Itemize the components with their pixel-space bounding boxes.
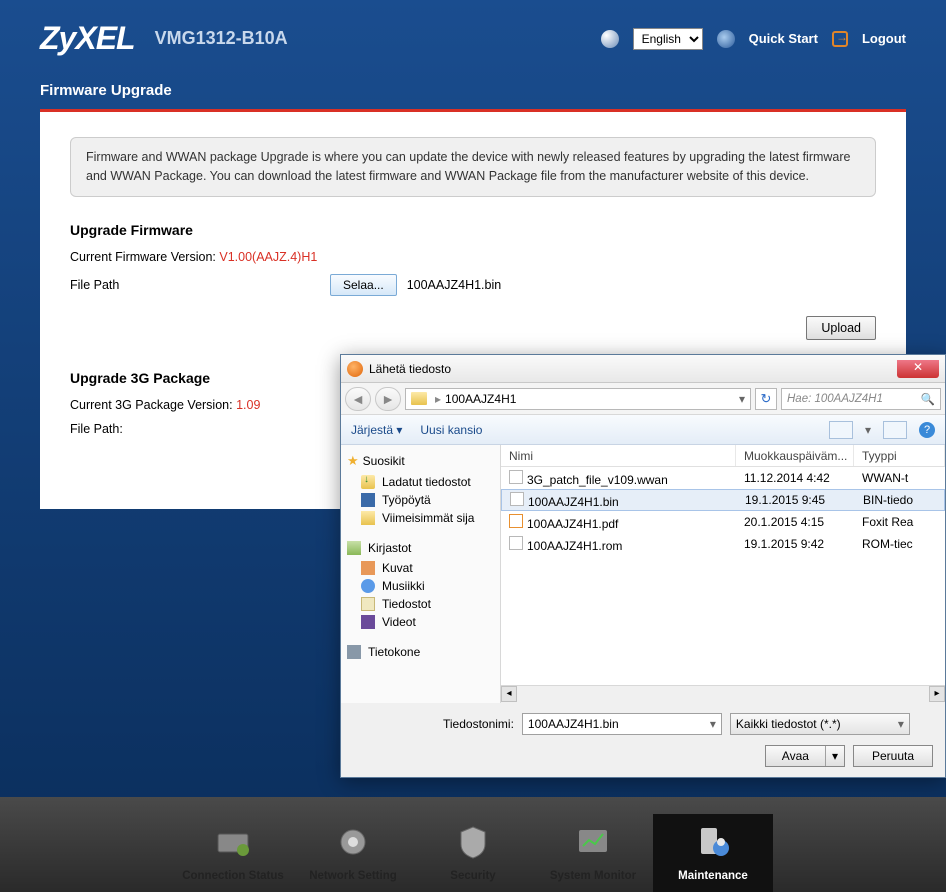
dialog-title: Lähetä tiedosto xyxy=(369,362,451,376)
column-date[interactable]: Muokkauspäiväm... xyxy=(736,445,854,466)
language-select[interactable]: English xyxy=(633,28,703,50)
dialog-titlebar[interactable]: Lähetä tiedosto ✕ xyxy=(341,355,945,383)
logout-icon xyxy=(832,31,848,47)
view-options-button[interactable] xyxy=(829,421,853,439)
globe-icon xyxy=(601,30,619,48)
info-box: Firmware and WWAN package Upgrade is whe… xyxy=(70,137,876,197)
sidebar-pictures[interactable]: Kuvat xyxy=(347,559,494,577)
column-name[interactable]: Nimi xyxy=(501,445,736,466)
logout-link[interactable]: Logout xyxy=(862,31,906,46)
file-open-dialog: Lähetä tiedosto ✕ ◄ ► ▸ 100AAJZ4H1 ▾ ↻ H… xyxy=(340,354,946,778)
nav-security[interactable]: Security xyxy=(413,814,533,892)
sidebar: ★Suosikit Ladatut tiedostot Työpöytä Vii… xyxy=(341,445,501,703)
nav-maintenance[interactable]: Maintenance xyxy=(653,814,773,892)
search-icon: 🔍 xyxy=(921,392,935,406)
column-type[interactable]: Tyyppi xyxy=(854,445,945,466)
page-title: Firmware Upgrade xyxy=(0,67,946,109)
file-row[interactable]: 3G_patch_file_v109.wwan 11.12.2014 4:42 … xyxy=(501,467,945,489)
fw-filepath-label: File Path xyxy=(70,278,330,292)
sidebar-desktop[interactable]: Työpöytä xyxy=(347,491,494,509)
folder-icon xyxy=(411,392,427,405)
refresh-button[interactable]: ↻ xyxy=(755,388,777,410)
forward-button[interactable]: ► xyxy=(375,387,401,411)
nav-network-setting[interactable]: Network Setting xyxy=(293,814,413,892)
connection-icon xyxy=(213,822,253,862)
path-text: 100AAJZ4H1 xyxy=(445,392,516,406)
desktop-icon xyxy=(361,493,375,507)
pkg-filepath-label: File Path: xyxy=(70,422,330,436)
pdf-icon xyxy=(509,514,523,528)
file-row[interactable]: 100AAJZ4H1.pdf 20.1.2015 4:15 Foxit Rea xyxy=(501,511,945,533)
model-label: VMG1312-B10A xyxy=(155,28,288,49)
cancel-button[interactable]: Peruuta xyxy=(853,745,933,767)
music-icon xyxy=(361,579,375,593)
sidebar-recent[interactable]: Viimeisimmät sija xyxy=(347,509,494,527)
search-input[interactable]: Hae: 100AAJZ4H1 🔍 xyxy=(781,388,941,410)
quickstart-icon xyxy=(717,30,735,48)
sidebar-videos[interactable]: Videot xyxy=(347,613,494,631)
firefox-icon xyxy=(347,361,363,377)
recent-icon xyxy=(361,511,375,525)
logo: ZyXEL xyxy=(40,20,135,57)
computer-icon xyxy=(347,645,361,659)
file-icon xyxy=(510,492,524,506)
back-button[interactable]: ◄ xyxy=(345,387,371,411)
file-icon xyxy=(509,536,523,550)
selected-file-name: 100AAJZ4H1.bin xyxy=(407,278,502,292)
file-row[interactable]: 100AAJZ4H1.bin 19.1.2015 9:45 BIN-tiedo xyxy=(501,489,945,511)
horizontal-scrollbar[interactable]: ◂ ▸ xyxy=(501,685,945,703)
maintenance-icon xyxy=(693,822,733,862)
help-icon[interactable]: ? xyxy=(919,422,935,438)
fw-version-label: Current Firmware Version: xyxy=(70,250,216,264)
preview-pane-button[interactable] xyxy=(883,421,907,439)
filename-label: Tiedostonimi: xyxy=(443,717,514,731)
pkg-version-value: 1.09 xyxy=(236,398,260,412)
open-button[interactable]: Avaa▾ xyxy=(765,745,845,767)
star-icon: ★ xyxy=(347,453,359,469)
gear-icon xyxy=(333,822,373,862)
filetype-filter[interactable]: Kaikki tiedostot (*.*)▾ xyxy=(730,713,910,735)
path-box[interactable]: ▸ 100AAJZ4H1 ▾ xyxy=(405,388,751,410)
pkg-version-label: Current 3G Package Version: xyxy=(70,398,233,412)
nav-system-monitor[interactable]: System Monitor xyxy=(533,814,653,892)
sidebar-music[interactable]: Musiikki xyxy=(347,577,494,595)
upgrade-firmware-title: Upgrade Firmware xyxy=(70,222,876,238)
videos-icon xyxy=(361,615,375,629)
close-button[interactable]: ✕ xyxy=(897,360,939,378)
nav-connection-status[interactable]: Connection Status xyxy=(173,814,293,892)
pictures-icon xyxy=(361,561,375,575)
upload-button[interactable]: Upload xyxy=(806,316,876,340)
filename-input[interactable]: 100AAJZ4H1.bin▾ xyxy=(522,713,722,735)
organize-menu[interactable]: Järjestä ▾ xyxy=(351,423,402,437)
libraries-icon xyxy=(347,541,361,555)
bottom-nav: Connection Status Network Setting Securi… xyxy=(0,797,946,892)
browse-button[interactable]: Selaa... xyxy=(330,274,397,296)
chart-icon xyxy=(573,822,613,862)
file-row[interactable]: 100AAJZ4H1.rom 19.1.2015 9:42 ROM-tiec xyxy=(501,533,945,555)
scroll-left-button[interactable]: ◂ xyxy=(501,686,517,702)
quickstart-link[interactable]: Quick Start xyxy=(749,31,818,46)
sidebar-downloads[interactable]: Ladatut tiedostot xyxy=(347,473,494,491)
documents-icon xyxy=(361,597,375,611)
file-icon xyxy=(509,470,523,484)
fw-version-value: V1.00(AAJZ.4)H1 xyxy=(219,250,317,264)
sidebar-favorites[interactable]: ★Suosikit xyxy=(347,453,494,469)
sidebar-computer[interactable]: Tietokone xyxy=(347,645,494,659)
sidebar-libraries[interactable]: Kirjastot xyxy=(347,541,494,555)
scroll-right-button[interactable]: ▸ xyxy=(929,686,945,702)
downloads-icon xyxy=(361,475,375,489)
sidebar-documents[interactable]: Tiedostot xyxy=(347,595,494,613)
new-folder-button[interactable]: Uusi kansio xyxy=(420,423,482,437)
shield-icon xyxy=(453,822,493,862)
